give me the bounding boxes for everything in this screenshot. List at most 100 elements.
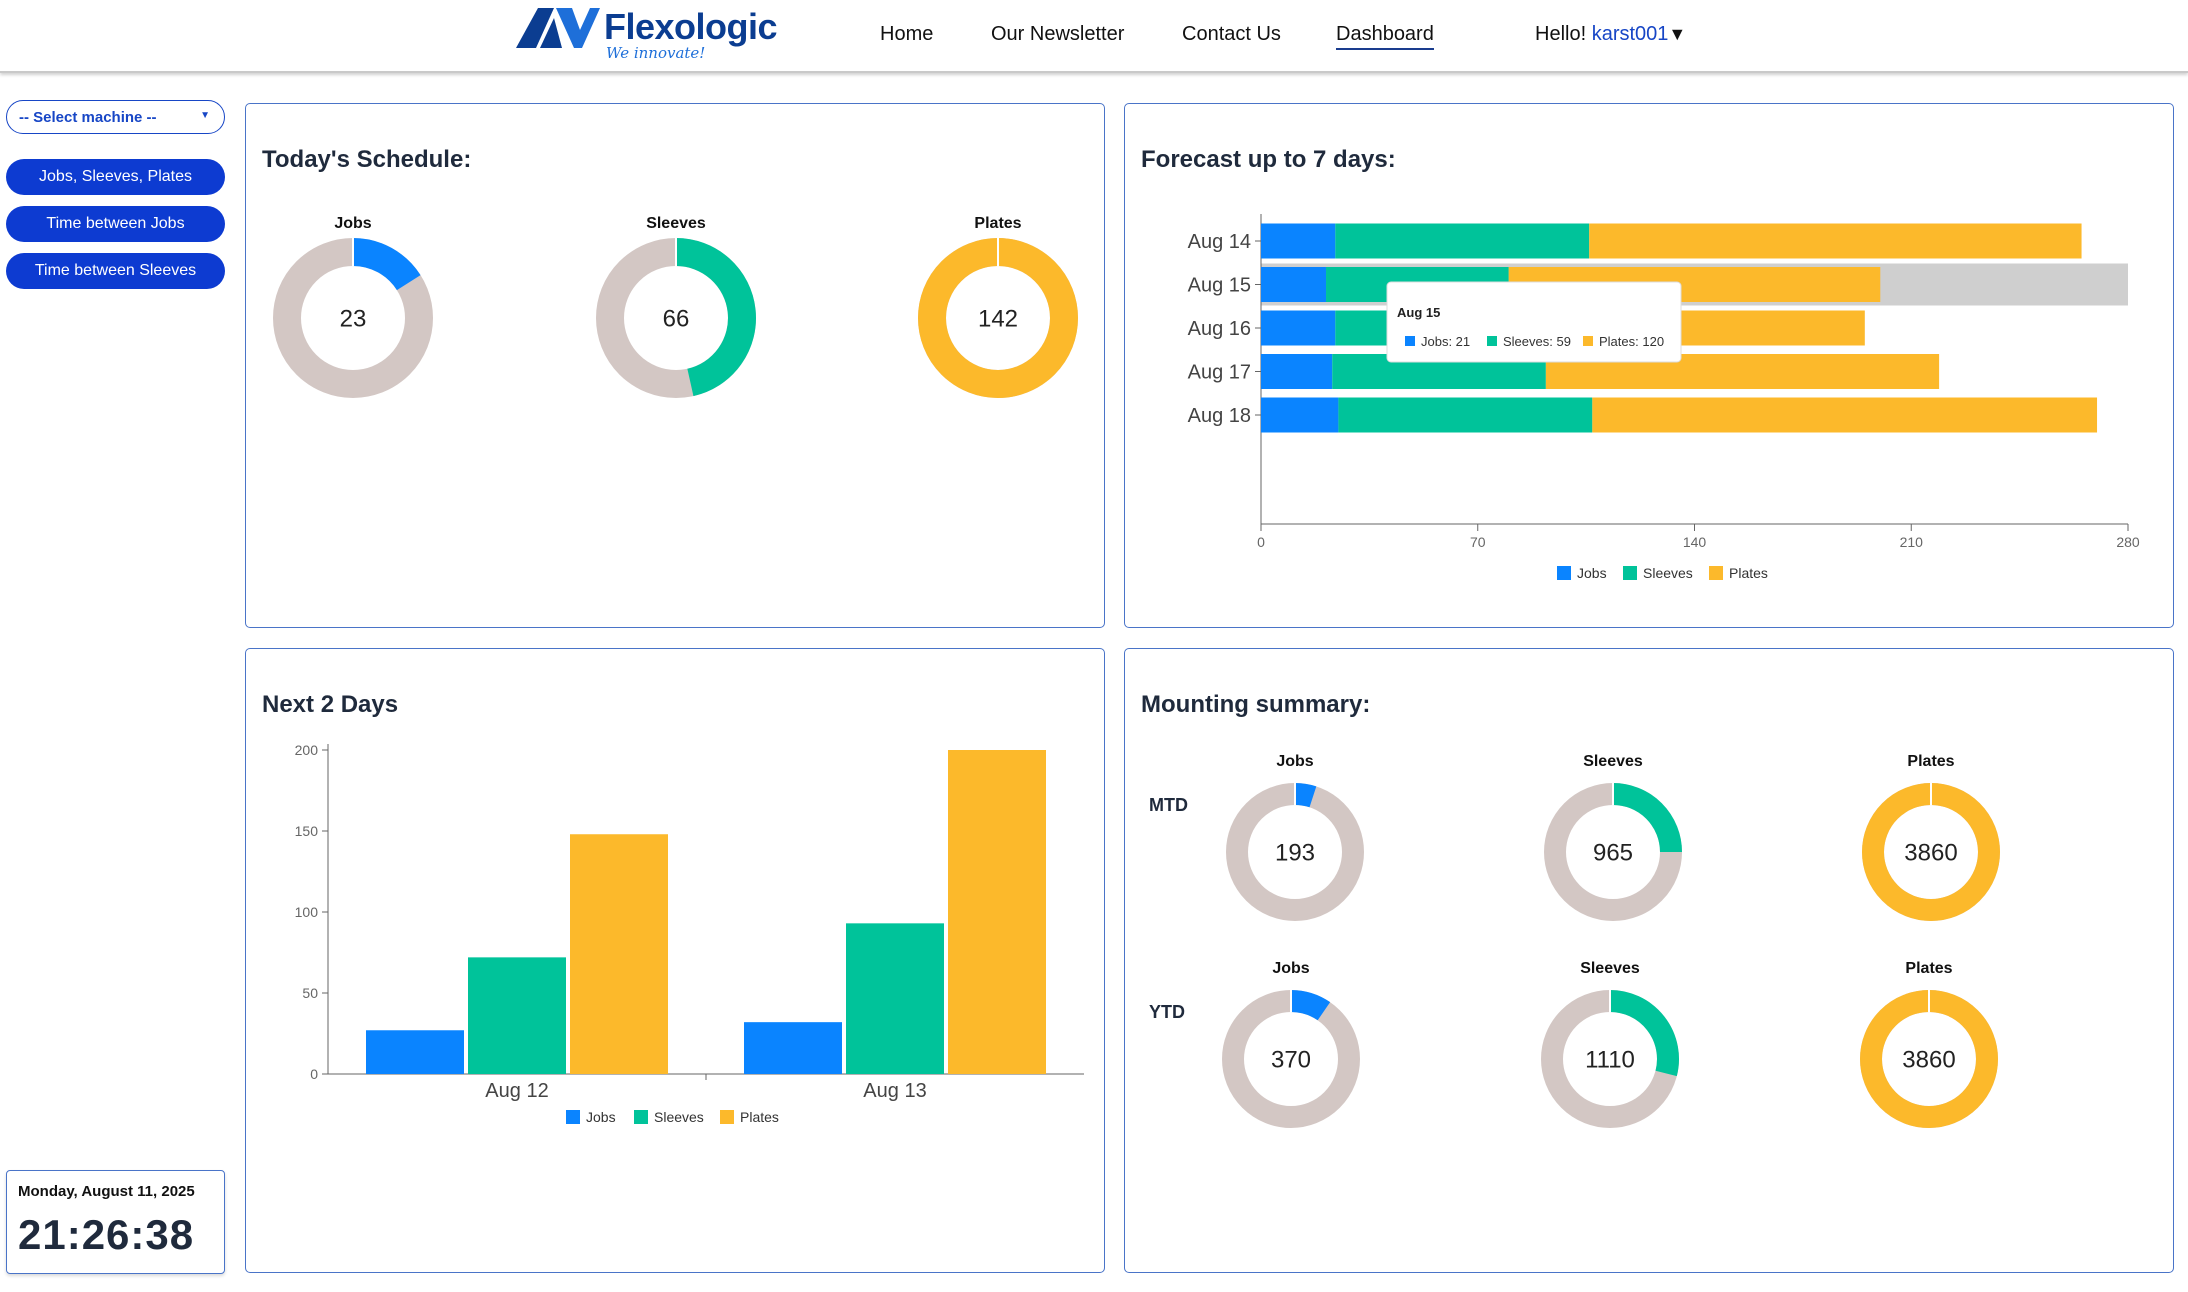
tooltip-swatch (1583, 336, 1593, 346)
ytd-jobs-value-arc (1290, 990, 1331, 1021)
bar-sleeves (846, 923, 944, 1074)
bar-jobs (1261, 310, 1336, 346)
machine-select-value: -- Select machine -- (19, 109, 157, 126)
clock-widget: Monday, August 11, 2025 21:26:38 (6, 1170, 225, 1274)
brand-logo[interactable]: Flexologic We innovate! (516, 6, 778, 66)
legend-label: Jobs (586, 1109, 616, 1125)
legend-swatch (1709, 566, 1723, 580)
mtd-plates-value: 3860 (1904, 839, 1957, 866)
ytd-plates-label: Plates (1905, 960, 1952, 977)
bar-jobs (1261, 223, 1336, 259)
y-tick-label: Aug 14 (1188, 231, 1251, 253)
forecast-card: Forecast up to 7 days: 0 70 140 210 280 Aug 1… (1124, 103, 2174, 628)
tooltip-title: Aug 15 (1397, 305, 1440, 320)
today-jobs-value-arc (352, 238, 421, 291)
legend-swatch (634, 1110, 648, 1124)
tooltip-item: Jobs: 21 (1421, 334, 1470, 349)
today-jobs-label: Jobs (334, 215, 371, 232)
mtd-sleeves-donut: Sleeves 965 (1544, 753, 1682, 921)
today-sleeves-donut: Sleeves 66 (596, 215, 756, 398)
x-tick-label: 140 (1683, 534, 1707, 550)
mtd-jobs-value-arc (1294, 783, 1317, 808)
top-header: Flexologic We innovate! Home Our Newslet… (0, 0, 2188, 73)
x-tick-label: 280 (2116, 534, 2140, 550)
machine-select[interactable]: -- Select machine -- ▼ (6, 100, 225, 134)
y-tick-label: 100 (295, 904, 319, 920)
forecast-title: Forecast up to 7 days: (1141, 146, 1396, 173)
bar-plates (1589, 223, 2082, 259)
bar-jobs (1261, 354, 1333, 389)
today-plates-label: Plates (974, 215, 1021, 232)
y-tick-label: 200 (295, 742, 319, 758)
legend-label: Sleeves (1643, 565, 1693, 581)
bar-plates (948, 750, 1046, 1074)
mounting-summary-card: Mounting summary: MTD Jobs 193 Sleeves 965 Pl… (1124, 648, 2174, 1273)
x-tick-label: Aug 12 (485, 1080, 548, 1102)
bar-plates (1592, 397, 2098, 433)
bar-jobs (366, 1030, 464, 1074)
legend-swatch (1623, 566, 1637, 580)
y-tick-label: 150 (295, 823, 319, 839)
jobs-sleeves-plates-button[interactable]: Jobs, Sleeves, Plates (6, 159, 225, 195)
ytd-plates-value: 3860 (1902, 1046, 1955, 1073)
caret-down-icon[interactable]: ▼ (1668, 24, 1686, 44)
nav-dashboard[interactable]: Dashboard (1336, 23, 1434, 50)
mtd-jobs-label: Jobs (1276, 753, 1313, 770)
row-label-mtd: MTD (1149, 795, 1188, 815)
tooltip-swatch (1487, 336, 1497, 346)
ytd-sleeves-label: Sleeves (1580, 960, 1640, 977)
tooltip-box (1386, 281, 1682, 363)
bar-sleeves (468, 957, 566, 1074)
ytd-sleeves-value: 1110 (1585, 1046, 1635, 1073)
ytd-plates-donut: Plates 3860 (1860, 960, 1998, 1128)
x-tick-label: 210 (1900, 534, 1924, 550)
user-menu[interactable]: Hello! karst001▼ (1535, 23, 1686, 46)
mounting-summary-donuts: MTD Jobs 193 Sleeves 965 Plates 3860 YTD Jobs 370… (1149, 753, 2000, 1128)
mtd-sleeves-label: Sleeves (1583, 753, 1643, 770)
todays-schedule-donuts: Jobs 23 Sleeves 66 Plates 142 (273, 215, 1078, 398)
bar-sleeves (1338, 397, 1593, 433)
time-between-jobs-button[interactable]: Time between Jobs (6, 206, 225, 242)
y-tick-label: Aug 17 (1188, 362, 1251, 384)
clock-date: Monday, August 11, 2025 (18, 1183, 195, 1200)
legend-swatch (566, 1110, 580, 1124)
brand-tagline: We innovate! (606, 44, 706, 62)
tooltip-item: Sleeves: 59 (1503, 334, 1571, 349)
mounting-summary-title: Mounting summary: (1141, 691, 1371, 718)
legend-label: Jobs (1577, 565, 1607, 581)
next-2-days-title: Next 2 Days (262, 691, 399, 718)
nav-home[interactable]: Home (880, 23, 933, 46)
x-tick-label: Aug 13 (863, 1080, 926, 1102)
y-tick-label: Aug 16 (1188, 318, 1251, 340)
todays-schedule-title: Today's Schedule: (262, 146, 472, 173)
chevron-down-icon: ▼ (200, 110, 210, 121)
ytd-jobs-value: 370 (1271, 1046, 1311, 1073)
bar-sleeves (1335, 223, 1590, 259)
bar-plates (570, 834, 668, 1074)
brand-name: Flexologic (604, 6, 778, 47)
username: karst001 (1591, 23, 1669, 45)
today-sleeves-label: Sleeves (646, 215, 706, 232)
legend-swatch (720, 1110, 734, 1124)
forecast-chart: 0 70 140 210 280 Aug 14 Aug 15 Aug 16 Aug 17 Aug … (1188, 214, 2140, 581)
ytd-sleeves-donut: Sleeves 1110 (1541, 960, 1679, 1128)
bar-jobs (1261, 267, 1327, 302)
today-jobs-value: 23 (340, 305, 367, 332)
next-2-days-card: Next 2 Days 0 50 100 150 200 Aug 12 Aug 13 Jobs… (245, 648, 1105, 1273)
legend-label: Sleeves (654, 1109, 704, 1125)
todays-schedule-card: Today's Schedule: Jobs 23 Sleeves 66 Plates 1… (245, 103, 1105, 628)
y-tick-label: 0 (310, 1066, 318, 1082)
mtd-sleeves-value: 965 (1593, 839, 1633, 866)
mtd-plates-label: Plates (1907, 753, 1954, 770)
nav-contact-us[interactable]: Contact Us (1182, 23, 1281, 46)
clock-time: 21:26:38 (18, 1211, 195, 1258)
tooltip-swatch (1405, 336, 1415, 346)
y-tick-label: Aug 18 (1188, 405, 1251, 427)
tooltip-item: Plates: 120 (1599, 334, 1664, 349)
bar-jobs (1261, 397, 1339, 433)
time-between-sleeves-button[interactable]: Time between Sleeves (6, 253, 225, 289)
ytd-jobs-donut: Jobs 370 (1222, 960, 1360, 1128)
nav-newsletter[interactable]: Our Newsletter (991, 23, 1124, 46)
forecast-tooltip: Aug 15 Jobs: 21 Sleeves: 59 Plates: 120 (1386, 281, 1682, 363)
row-label-ytd: YTD (1149, 1002, 1185, 1022)
